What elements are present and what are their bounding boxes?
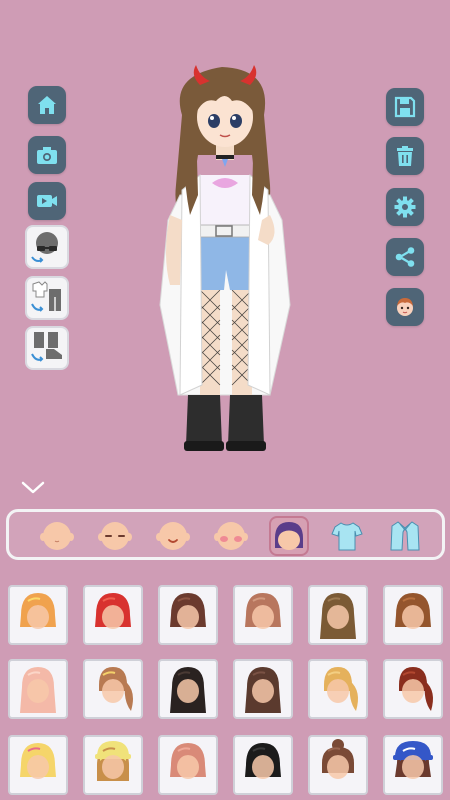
face-eyes-icon bbox=[98, 522, 132, 550]
hair-item-braids[interactable] bbox=[308, 585, 368, 645]
hair-item-long-wavy[interactable] bbox=[8, 659, 68, 719]
hair-style-icon bbox=[160, 737, 216, 793]
tab-mouth[interactable] bbox=[153, 516, 193, 556]
hair-items-grid bbox=[0, 580, 450, 800]
hair-style-icon bbox=[85, 587, 141, 643]
delete-button[interactable] bbox=[386, 137, 424, 175]
video-button[interactable] bbox=[28, 182, 66, 220]
accessory-preset-button[interactable] bbox=[25, 225, 69, 269]
hair-style-icon bbox=[85, 661, 141, 717]
hair-item-wavy[interactable] bbox=[8, 585, 68, 645]
hair-item-long-bangs[interactable] bbox=[233, 659, 293, 719]
hair-item-ponytail[interactable] bbox=[308, 659, 368, 719]
hair-item-buns[interactable] bbox=[233, 585, 293, 645]
camera-button[interactable] bbox=[28, 136, 66, 174]
hair-style-icon bbox=[385, 587, 441, 643]
hair-style-icon bbox=[85, 737, 141, 793]
hair-item-beanie[interactable] bbox=[83, 735, 143, 795]
character-avatar bbox=[159, 65, 291, 451]
glasses-swap-icon bbox=[31, 232, 58, 263]
hair-style-icon bbox=[160, 587, 216, 643]
home-icon bbox=[38, 96, 56, 114]
hair-item-headband[interactable] bbox=[8, 735, 68, 795]
hair-style-icon bbox=[10, 587, 66, 643]
hair-item-pigtails[interactable] bbox=[83, 659, 143, 719]
avatar-face-icon bbox=[397, 298, 413, 316]
hair-style-icon bbox=[310, 587, 366, 643]
hair-item-top-bun[interactable] bbox=[308, 735, 368, 795]
hair-icon bbox=[275, 522, 303, 550]
hair-item-bob[interactable] bbox=[158, 585, 218, 645]
hair-item-long-straight[interactable] bbox=[158, 659, 218, 719]
floppy-disk-icon bbox=[394, 96, 416, 118]
face-mouth-icon bbox=[156, 522, 190, 550]
camera-icon bbox=[37, 147, 57, 164]
hair-style-icon bbox=[385, 737, 441, 793]
settings-button[interactable] bbox=[386, 188, 424, 226]
category-tab-bar bbox=[6, 509, 445, 560]
save-button[interactable] bbox=[386, 88, 424, 126]
tab-outerwear[interactable] bbox=[385, 516, 425, 556]
hair-style-icon bbox=[10, 661, 66, 717]
hair-style-icon bbox=[160, 661, 216, 717]
hair-style-icon bbox=[385, 661, 441, 717]
hair-item-short[interactable] bbox=[158, 735, 218, 795]
shirt-icon bbox=[331, 522, 363, 551]
face-blush-icon bbox=[214, 522, 248, 550]
share-icon bbox=[395, 247, 415, 267]
outfit-preset-button[interactable] bbox=[25, 276, 69, 320]
hair-style-icon bbox=[235, 587, 291, 643]
shoes-preset-button[interactable] bbox=[25, 326, 69, 370]
trash-icon bbox=[397, 146, 413, 166]
tab-eyes[interactable] bbox=[95, 516, 135, 556]
hair-style-icon bbox=[235, 737, 291, 793]
hair-style-icon bbox=[235, 661, 291, 717]
gear-icon bbox=[394, 196, 416, 218]
tab-blush[interactable] bbox=[211, 516, 251, 556]
hair-item-bob-bangs[interactable] bbox=[383, 585, 443, 645]
video-camera-icon bbox=[37, 195, 57, 207]
hair-item-cap[interactable] bbox=[383, 735, 443, 795]
share-button[interactable] bbox=[386, 238, 424, 276]
collapse-panel-chevron-icon[interactable] bbox=[18, 476, 48, 498]
home-button[interactable] bbox=[28, 86, 66, 124]
jacket-icon bbox=[390, 521, 420, 551]
hair-style-icon bbox=[10, 737, 66, 793]
shoes-swap-icon bbox=[31, 332, 62, 362]
tab-top[interactable] bbox=[327, 516, 367, 556]
hair-item-curly[interactable] bbox=[83, 585, 143, 645]
hair-style-icon bbox=[310, 661, 366, 717]
tab-face[interactable] bbox=[37, 516, 77, 556]
tab-hair[interactable] bbox=[269, 516, 309, 556]
hair-item-hime[interactable] bbox=[233, 735, 293, 795]
face-base-icon bbox=[40, 522, 74, 550]
hair-style-icon bbox=[310, 737, 366, 793]
hair-item-side-pony[interactable] bbox=[383, 659, 443, 719]
profile-button[interactable] bbox=[386, 288, 424, 326]
outfit-swap-icon bbox=[31, 281, 61, 312]
